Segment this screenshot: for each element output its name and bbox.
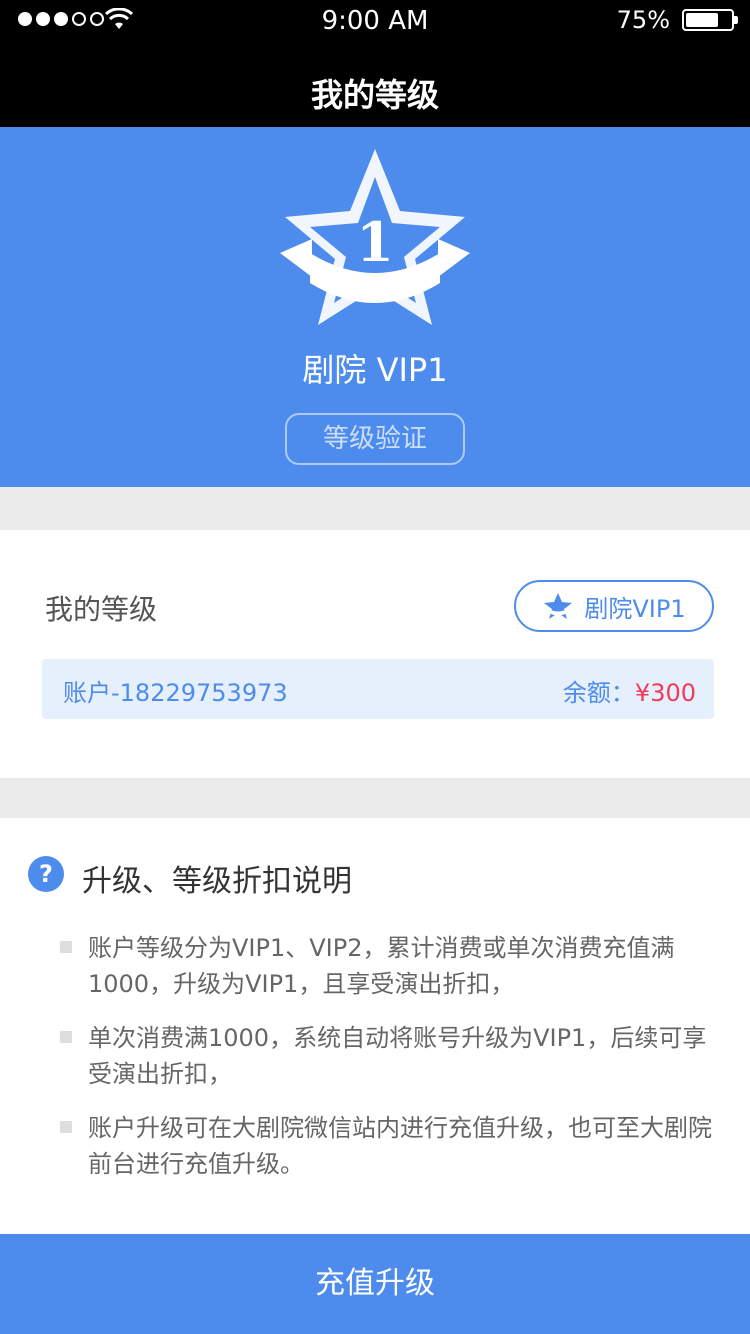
- battery-percent: 75%: [616, 6, 670, 34]
- battery-icon: [682, 9, 738, 31]
- star-ribbon-badge-icon: 1: [280, 149, 470, 325]
- rule-text: 单次消费满1000，系统自动将账号升级为VIP1，后续可享受演出折扣，: [88, 1024, 707, 1088]
- status-bar: 9:00 AM 75%: [0, 0, 750, 40]
- rule-item: 账户升级可在大剧院微信站内进行充值升级，也可至大剧院前台进行充值升级。: [60, 1110, 720, 1182]
- battery-fill: [686, 13, 718, 27]
- level-card: 我的等级 剧院VIP1 账户-18229753973 余额：¥300: [0, 530, 750, 778]
- level-pill-label: 剧院VIP1: [584, 594, 686, 623]
- level-pill: 剧院VIP1: [514, 580, 714, 632]
- page: 9:00 AM 75% 我的等级 1 剧院 VIP1 等级验证 我的等级 剧院V…: [0, 0, 750, 1334]
- star-badge-icon: [544, 593, 573, 619]
- rule-item: 单次消费满1000，系统自动将账号升级为VIP1，后续可享受演出折扣，: [60, 1020, 720, 1092]
- account-row: 账户-18229753973 余额：¥300: [42, 659, 714, 719]
- question-circle-icon: ?: [28, 856, 64, 892]
- rule-text: 账户升级可在大剧院微信站内进行充值升级，也可至大剧院前台进行充值升级。: [88, 1114, 712, 1178]
- rule-text: 账户等级分为VIP1、VIP2，累计消费或单次消费充值满1000，升级为VIP1…: [88, 934, 675, 998]
- recharge-upgrade-button[interactable]: 充值升级: [0, 1234, 750, 1334]
- info-title: 升级、等级折扣说明: [82, 864, 352, 899]
- badge-number: 1: [356, 210, 394, 274]
- balance: 余额：¥300: [563, 673, 696, 708]
- level-label: 我的等级: [45, 593, 158, 626]
- bullet-icon: [60, 1031, 72, 1043]
- bullet-icon: [60, 941, 72, 953]
- level-hero: 1 剧院 VIP1 等级验证: [0, 127, 750, 487]
- nav-bar: 我的等级: [0, 40, 750, 127]
- balance-value: ¥300: [634, 679, 696, 707]
- verify-level-button[interactable]: 等级验证: [285, 413, 465, 465]
- hero-level-name: 剧院 VIP1: [302, 351, 448, 389]
- rule-item: 账户等级分为VIP1、VIP2，累计消费或单次消费充值满1000，升级为VIP1…: [60, 930, 720, 1002]
- bullet-icon: [60, 1121, 72, 1133]
- page-title: 我的等级: [310, 76, 439, 114]
- balance-label: 余额：: [562, 679, 635, 707]
- account-number: 账户-18229753973: [63, 679, 288, 707]
- upgrade-info-section: ? 升级、等级折扣说明 账户等级分为VIP1、VIP2，累计消费或单次消费充值满…: [0, 818, 750, 1234]
